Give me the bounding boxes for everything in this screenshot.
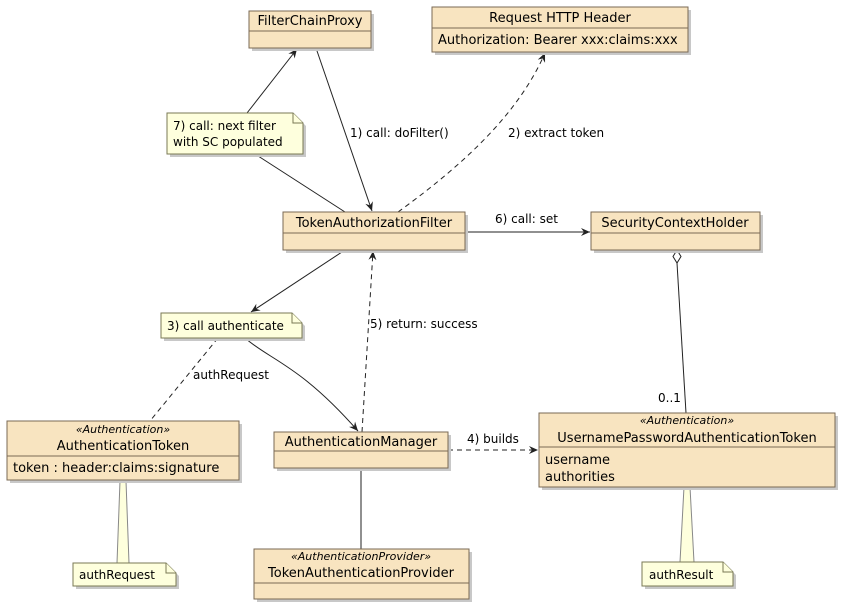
note-call-authenticate: 3) call authenticate [160, 312, 305, 341]
stereotype: «Authentication» [76, 423, 171, 436]
edge-note7-to-filter [254, 153, 346, 213]
class-name: TokenAuthenticationProvider [267, 566, 455, 581]
class-attribute: Authorization: Bearer xxx:claims:xxx [438, 33, 678, 48]
edge-note7-to-proxy [246, 48, 298, 114]
note-line: 7) call: next filter [173, 119, 276, 133]
class-token-authentication-provider[interactable]: «AuthenticationProvider» TokenAuthentica… [253, 548, 472, 602]
edge-label-4: 4) builds [467, 432, 519, 446]
class-authentication-token[interactable]: «Authentication» AuthenticationToken tok… [6, 420, 242, 483]
note-text: authRequest [79, 568, 155, 582]
note-next-filter: 7) call: next filter with SC populated [166, 112, 306, 157]
note-auth-request: authRequest [72, 562, 179, 589]
edge-filter-to-note3 [250, 249, 346, 313]
edge-note3-to-manager [244, 337, 359, 432]
class-request-header[interactable]: Request HTTP Header Authorization: Beare… [431, 6, 691, 55]
edge-label-5: 5) return: success [370, 317, 478, 331]
class-name: FilterChainProxy [258, 14, 363, 29]
class-name: AuthenticationToken [57, 439, 189, 454]
edge-return-success [361, 250, 377, 433]
stereotype: «Authentication» [640, 414, 735, 427]
note-text: authResult [649, 568, 714, 582]
class-name: AuthenticationManager [285, 435, 438, 450]
note-line: with SC populated [173, 135, 283, 149]
class-attribute: authorities [545, 470, 615, 485]
edge-label-1: 1) call: doFilter() [350, 126, 449, 140]
edge-label-6: 6) call: set [495, 212, 558, 226]
note-auth-result: authResult [641, 561, 736, 589]
multiplicity-label: 0..1 [658, 391, 681, 405]
class-name: Request HTTP Header [489, 11, 631, 26]
class-filter-chain-proxy[interactable]: FilterChainProxy [248, 10, 374, 51]
class-token-authorization-filter[interactable]: TokenAuthorizationFilter [282, 211, 468, 253]
class-authentication-manager[interactable]: AuthenticationManager [273, 431, 451, 471]
edge-label-auth-request: authRequest [193, 368, 269, 382]
class-username-password-authentication-token[interactable]: «Authentication» UsernamePasswordAuthent… [538, 412, 838, 490]
class-name: SecurityContextHolder [601, 216, 749, 231]
class-attribute: username [545, 453, 610, 468]
class-attribute: token : header:claims:signature [13, 461, 219, 476]
class-name: TokenAuthorizationFilter [295, 216, 453, 231]
stereotype: «AuthenticationProvider» [291, 550, 431, 563]
edge-label-2: 2) extract token [508, 126, 604, 140]
note-text: 3) call authenticate [167, 319, 284, 333]
class-security-context-holder[interactable]: SecurityContextHolder [590, 211, 763, 253]
class-name: UsernamePasswordAuthenticationToken [557, 431, 816, 446]
uml-diagram: 1) call: doFilter() 2) extract token 6) … [6, 6, 838, 602]
